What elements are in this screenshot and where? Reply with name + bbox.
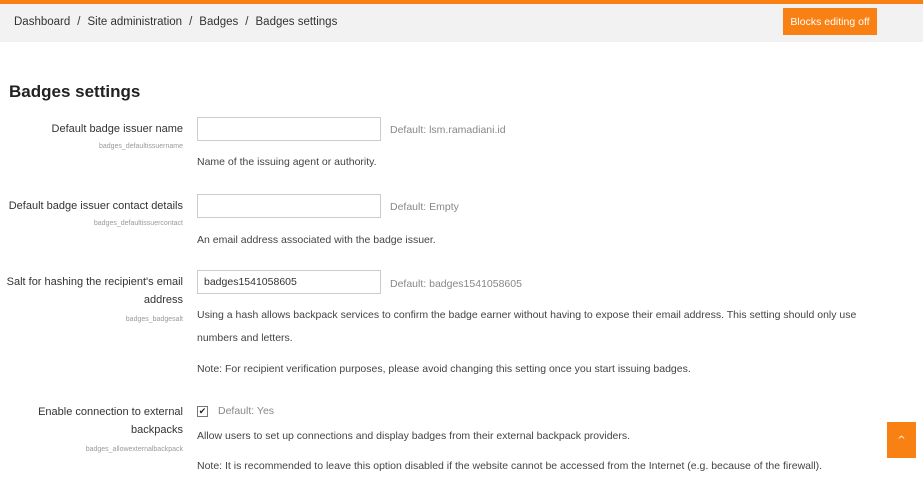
issuer-contact-key: badges_defaultissuercontact [93,220,183,227]
breadcrumb-separator: / [245,16,249,28]
checkmark-icon: ✔ [198,406,207,416]
breadcrumb: Dashboard / Site administration / Badges / Bad… [14,16,337,28]
salt-label-line1: Salt for hashing the recipient's email [6,276,183,288]
external-backpack-default: Default: Yes [218,405,275,417]
scroll-to-top-button[interactable]: ^ [887,422,916,458]
external-backpack-note: Note: It is recommended to leave this op… [197,460,823,472]
issuer-contact-description: An email address associated with the bad… [197,234,436,246]
external-backpack-key: badges_allowexternalbackpack [85,446,183,453]
breadcrumb-current: Badges settings [255,16,338,28]
issuer-name-input[interactable] [197,117,381,141]
salt-description-line2: numbers and letters. [197,332,293,344]
external-backpack-description: Allow users to set up connections and di… [197,430,631,442]
blocks-editing-button[interactable]: Blocks editing off [783,8,877,35]
salt-key: badges_badgesalt [125,316,183,323]
salt-input[interactable] [197,270,381,294]
external-backpack-label-line1: Enable connection to external [38,406,183,418]
salt-label-line2: address [143,294,183,306]
external-backpack-checkbox[interactable]: ✔ [197,406,208,417]
issuer-contact-input[interactable] [197,194,381,218]
issuer-contact-default: Default: Empty [390,201,459,213]
salt-default: Default: badges1541058605 [390,278,522,290]
breadcrumb-separator: / [77,16,81,28]
issuer-name-default: Default: lsm.ramadiani.id [390,124,506,136]
issuer-name-key: badges_defaultissuername [98,143,183,150]
navbar: Dashboard / Site administration / Badges / Bad… [0,4,923,42]
salt-description-line1: Using a hash allows backpack services to… [197,309,857,321]
issuer-contact-label: Default badge issuer contact details [8,200,183,212]
salt-note: Note: For recipient verification purpose… [197,363,691,375]
issuer-name-description: Name of the issuing agent or authority. [197,156,377,168]
chevron-up-icon: ^ [897,434,906,446]
page-title: Badges settings [9,82,141,101]
breadcrumb-badges[interactable]: Badges [199,16,238,28]
breadcrumb-dashboard[interactable]: Dashboard [14,16,70,28]
issuer-name-label: Default badge issuer name [51,123,183,135]
breadcrumb-separator: / [189,16,193,28]
breadcrumb-site-administration[interactable]: Site administration [87,16,182,28]
external-backpack-label-line2: backpacks [131,424,183,436]
